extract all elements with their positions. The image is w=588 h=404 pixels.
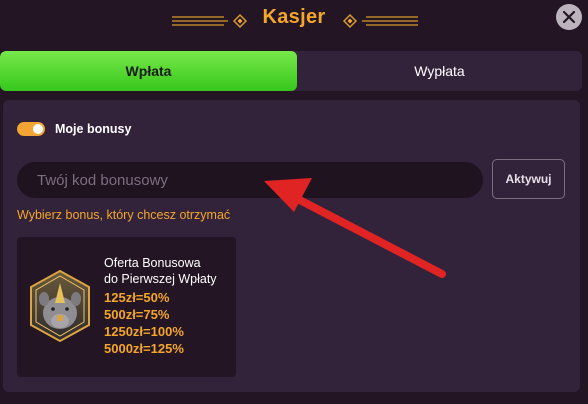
toggle-knob: [33, 124, 43, 134]
my-bonuses-toggle[interactable]: [17, 122, 45, 136]
bonus-offer-title: Oferta Bonusowa do Pierwszej Wpłaty: [104, 255, 234, 287]
rhino-icon: [30, 269, 90, 343]
bonus-tier: 5000zł=125%: [104, 341, 184, 356]
bonus-tiers: 125zł=50% 500zł=75% 1250zł=100% 5000zł=1…: [104, 289, 184, 357]
bonus-tier: 1250zł=100%: [104, 324, 184, 339]
tab-withdrawal[interactable]: Wypłata: [297, 51, 582, 91]
close-icon: [562, 10, 576, 24]
tab-deposit[interactable]: Wpłata: [0, 51, 297, 91]
my-bonuses-label: Moje bonusy: [55, 122, 132, 136]
cashier-tabs: Wpłata Wypłata: [0, 51, 582, 91]
header: Kasjer: [0, 0, 588, 42]
bonus-hint: Wybierz bonus, który chcesz otrzymać: [17, 208, 231, 222]
page-title: Kasjer: [262, 6, 326, 28]
bonus-code-input[interactable]: [17, 162, 483, 198]
right-ornament-icon: [342, 13, 418, 29]
bonus-tier: 500zł=75%: [104, 307, 170, 322]
bonus-tier: 125zł=50%: [104, 290, 170, 305]
bonus-offer-title-line1: Oferta Bonusowa: [104, 256, 201, 270]
close-button[interactable]: [556, 4, 582, 30]
bonus-offer-title-line2: do Pierwszej Wpłaty: [104, 272, 217, 286]
bonus-panel: Moje bonusy Aktywuj Wybierz bonus, który…: [3, 100, 580, 392]
bonus-offer-card[interactable]: Oferta Bonusowa do Pierwszej Wpłaty 125z…: [17, 237, 236, 377]
my-bonuses-row: Moje bonusy: [17, 122, 131, 136]
activate-button[interactable]: Aktywuj: [492, 159, 565, 199]
